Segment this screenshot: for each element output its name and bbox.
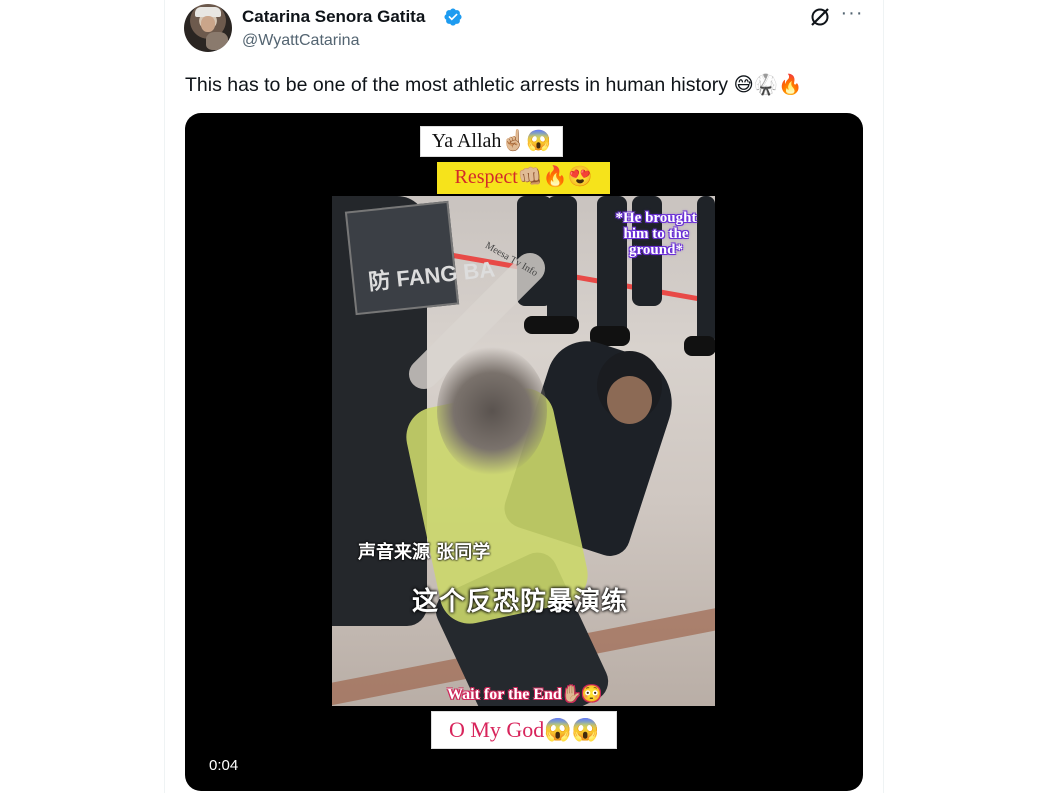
overlay-note: *He brought him to the ground*	[615, 210, 697, 258]
subtitle-main: 这个反恐防暴演练	[412, 587, 629, 617]
video-frame: 防 FANG BA Meesa Tv Info *He brought him …	[332, 196, 715, 706]
video-player[interactable]: Ya Allah☝🏼😱 Respect👊🏼🔥😍 防 FANG BA Meesa …	[185, 113, 863, 791]
column-border-left	[164, 0, 165, 793]
grok-icon[interactable]	[808, 5, 832, 29]
column-border-right	[883, 0, 884, 793]
blurred-face	[437, 346, 547, 476]
video-caption-top: Ya Allah☝🏼😱	[420, 126, 563, 157]
officer-face	[607, 376, 652, 424]
bystander-leg	[547, 196, 577, 326]
author-display-name[interactable]: Catarina Senora Gatita	[242, 6, 425, 28]
subtitle-source: 声音来源 张同学	[358, 542, 491, 563]
verified-badge-icon[interactable]	[443, 7, 463, 27]
avatar-dog	[206, 32, 228, 50]
author-handle[interactable]: @WyattCatarina	[242, 31, 359, 51]
video-caption-respect: Respect👊🏼🔥😍	[437, 162, 610, 194]
video-caption-bottom: O My God😱😱	[431, 711, 617, 749]
avatar-face	[201, 16, 215, 32]
more-options-icon[interactable]: ···	[840, 3, 864, 29]
bystander-shoe	[684, 336, 715, 356]
bystander-shoe	[524, 316, 579, 334]
video-timestamp: 0:04	[209, 757, 239, 774]
tweet-text: This has to be one of the most athletic …	[185, 74, 803, 96]
author-avatar[interactable]	[184, 4, 232, 52]
wait-for-end-text: Wait for the End✋🏼😳	[447, 686, 602, 703]
